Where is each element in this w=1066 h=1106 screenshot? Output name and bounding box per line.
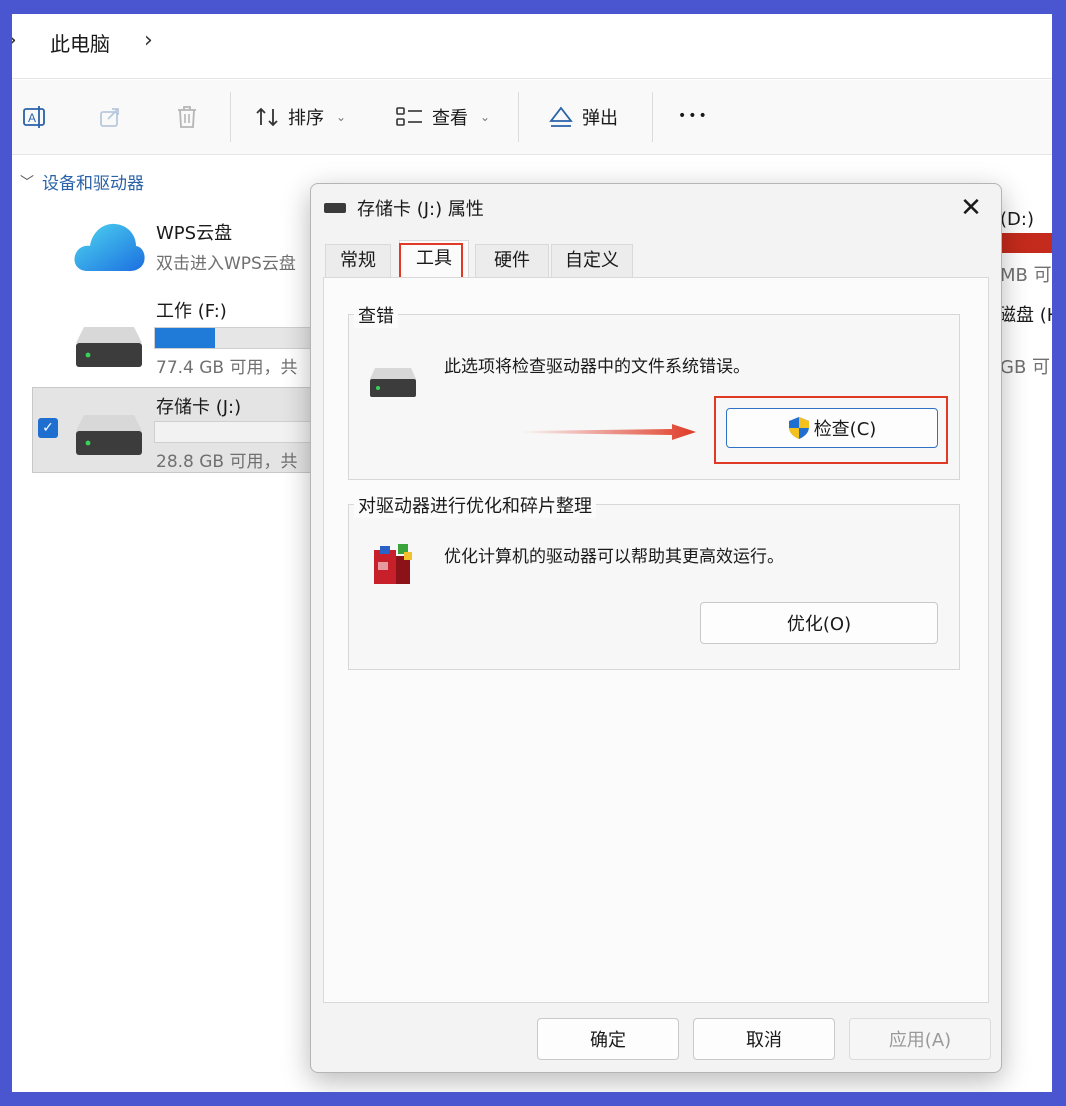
usage-bar [154, 421, 326, 443]
defragment-icon [374, 544, 412, 584]
sort-icon [256, 107, 278, 127]
chevron-down-icon: ⌄ [336, 110, 347, 124]
apply-button-label: 应用(A) [888, 1030, 952, 1051]
drive-subtitle: 双击进入WPS云盘 [156, 254, 296, 274]
view-icon [396, 107, 422, 126]
drive-d-name[interactable]: (D:) [1000, 209, 1034, 230]
cancel-button[interactable]: 取消 [693, 1018, 835, 1060]
share-icon[interactable] [96, 102, 126, 132]
group-title: 查错 [354, 302, 398, 328]
toolbar-divider [652, 92, 653, 142]
sort-label: 排序 [288, 108, 324, 129]
arrow-icon [522, 424, 696, 440]
drive-h-name[interactable]: 磁盘 (H [998, 301, 1052, 327]
ok-button-label: 确定 [590, 1030, 626, 1051]
toolbar-divider [518, 92, 519, 142]
cloud-icon [74, 223, 145, 271]
breadcrumb-chevron-icon[interactable]: › [144, 28, 153, 53]
checkbox-checked-icon[interactable]: ✓ [38, 418, 58, 438]
drive-subtitle: 77.4 GB 可用，共 [156, 358, 298, 378]
tab-hardware[interactable]: 硬件 [475, 244, 549, 277]
divider [12, 78, 1052, 79]
drive-icon [324, 203, 346, 213]
hard-drive-icon [76, 415, 142, 455]
group-description: 此选项将检查驱动器中的文件系统错误。 [444, 357, 750, 377]
usage-bar-fill [155, 328, 215, 348]
drive-d-subtitle: MB 可 [1000, 265, 1052, 286]
cancel-button-label: 取消 [746, 1030, 782, 1051]
command-bar: A 排序 ⌄ 查看 ⌄ 弹出 ••• [12, 80, 1052, 155]
check-button[interactable]: 检查(C) [726, 408, 938, 448]
explorer-window: › 此电脑 › A 排序 ⌄ 查看 ⌄ 弹出 [12, 14, 1052, 1092]
address-bar: › 此电脑 › [12, 14, 1052, 78]
section-header-devices[interactable]: ﹀ 设备和驱动器 [20, 169, 144, 194]
drive-name: WPS云盘 [156, 223, 233, 244]
optimize-button-label: 优化(O) [786, 614, 852, 635]
sort-button[interactable]: 排序 ⌄ [254, 104, 346, 130]
hard-drive-icon [370, 368, 416, 397]
eject-label: 弹出 [582, 108, 618, 129]
toolbar-divider [230, 92, 231, 142]
eject-icon [549, 106, 573, 127]
drive-name: 工作 (F:) [156, 301, 227, 322]
group-description: 优化计算机的驱动器可以帮助其更高效运行。 [444, 547, 784, 567]
eject-button[interactable]: 弹出 [548, 104, 618, 130]
dialog-title: 存储卡 (J:) 属性 [357, 199, 484, 220]
tab-general[interactable]: 常规 [325, 244, 391, 277]
tools-panel: 查错 此选项将检查驱动器中的文件系统错误。 检查(C) 对驱动器进行优化和碎片整… [323, 277, 989, 1003]
delete-icon[interactable] [172, 102, 202, 132]
drive-h-subtitle: GB 可 [1000, 357, 1051, 378]
rename-icon[interactable]: A [20, 102, 50, 132]
apply-button[interactable]: 应用(A) [849, 1018, 991, 1060]
properties-dialog: 存储卡 (J:) 属性 ✕ 常规 工具 硬件 自定义 查错 此选项将检查驱动器中… [310, 183, 1002, 1073]
view-label: 查看 [432, 108, 468, 129]
chevron-down-icon: ⌄ [480, 110, 491, 124]
usage-bar [154, 327, 326, 349]
usage-bar-fill [1000, 233, 1052, 253]
breadcrumb-this-pc[interactable]: 此电脑 [50, 28, 110, 57]
ok-button[interactable]: 确定 [537, 1018, 679, 1060]
more-options-button[interactable]: ••• [678, 108, 709, 124]
close-icon: ✕ [960, 193, 982, 223]
drive-subtitle: 28.8 GB 可用，共 [156, 452, 298, 472]
close-button[interactable]: ✕ [953, 190, 989, 226]
check-button-label: 检查(C) [813, 419, 877, 440]
optimize-group [348, 504, 960, 670]
view-button[interactable]: 查看 ⌄ [396, 104, 490, 130]
drive-name: 存储卡 (J:) [156, 397, 242, 418]
section-title: 设备和驱动器 [42, 174, 144, 194]
shield-icon [788, 417, 809, 439]
more-icon: ••• [678, 108, 709, 124]
svg-text:A: A [28, 111, 36, 125]
breadcrumb-chevron-icon[interactable]: › [12, 28, 17, 53]
chevron-down-icon: ﹀ [20, 174, 34, 191]
optimize-button[interactable]: 优化(O) [700, 602, 938, 644]
tab-customize[interactable]: 自定义 [551, 244, 633, 277]
group-title: 对驱动器进行优化和碎片整理 [354, 492, 596, 518]
hard-drive-icon [76, 327, 142, 367]
